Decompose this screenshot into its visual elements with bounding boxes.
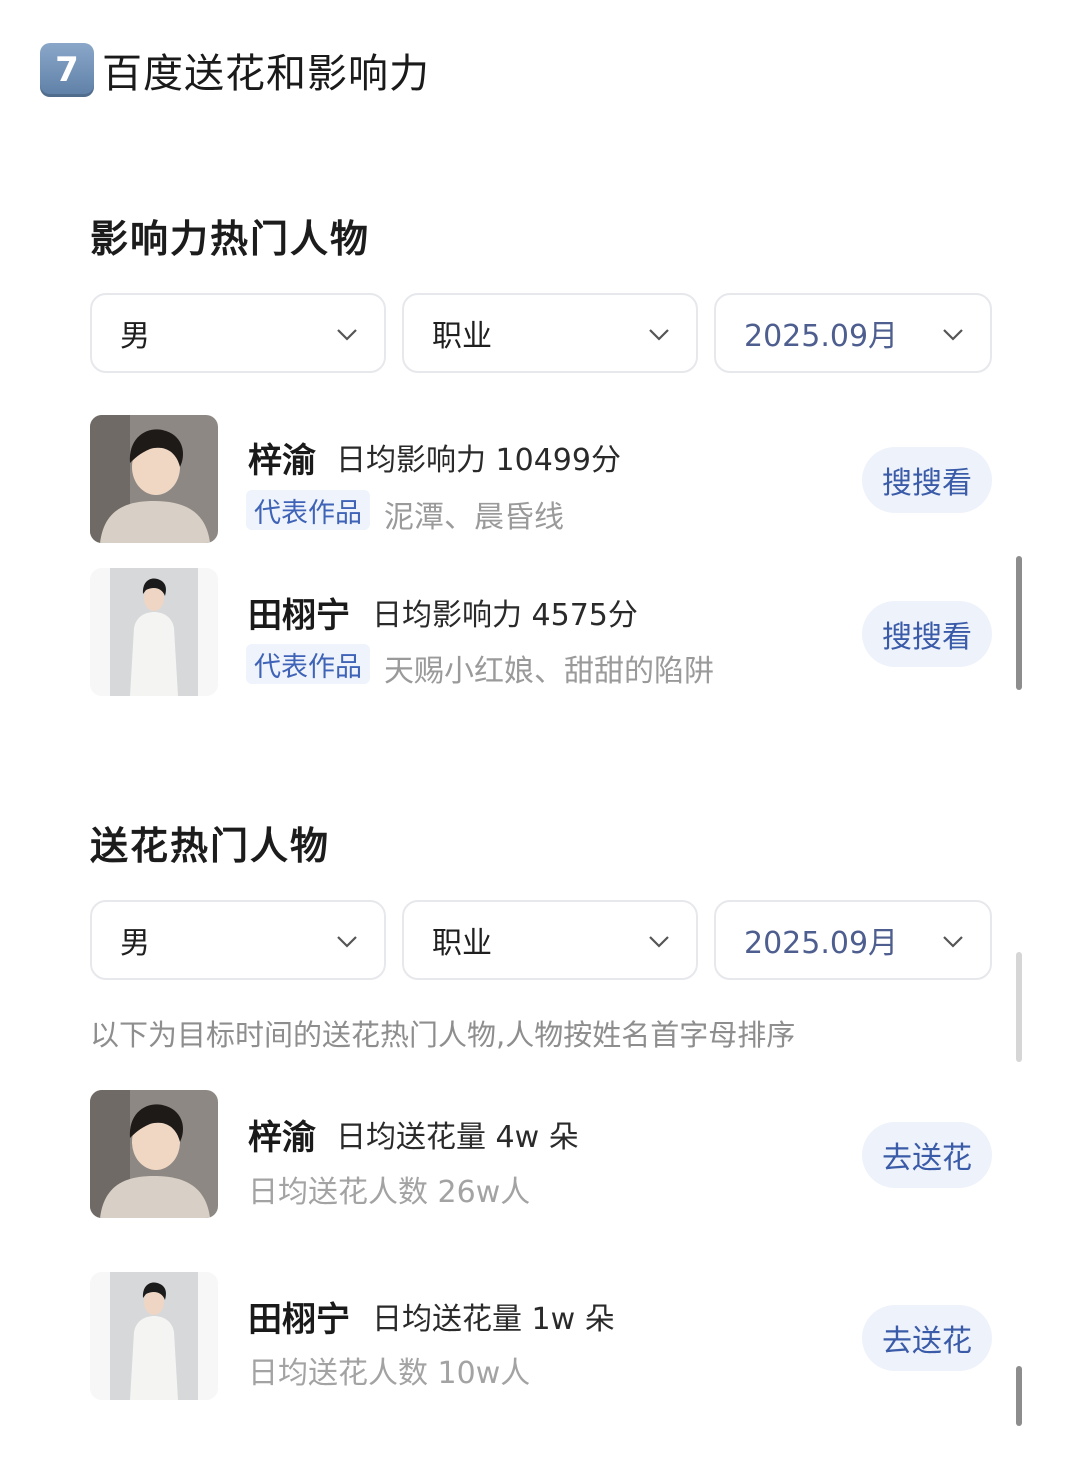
person-name: 田栩宁 — [248, 1300, 350, 1340]
works-list: 泥潭、晨昏线 — [384, 500, 564, 535]
flowers-section-title: 送花热门人物 — [90, 824, 331, 868]
job-dropdown[interactable]: 职业 — [402, 900, 698, 980]
send-flower-button[interactable]: 去送花 — [862, 1122, 992, 1188]
avatar[interactable] — [90, 568, 218, 696]
job-dropdown[interactable]: 职业 — [402, 293, 698, 373]
chevron-down-icon — [649, 936, 669, 948]
flowers-list-item: 梓渝 日均送花量 4w 朵 日均送花人数 26w人 去送花 — [90, 1090, 992, 1220]
gender-dropdown[interactable]: 男 — [90, 293, 386, 373]
chevron-down-icon — [649, 329, 669, 341]
month-value: 2025.09月 — [744, 319, 899, 354]
job-value: 职业 — [432, 926, 492, 961]
gender-value: 男 — [120, 926, 150, 961]
person-name: 梓渝 — [248, 1118, 316, 1158]
number-badge: 7 — [40, 43, 94, 97]
avatar[interactable] — [90, 1272, 218, 1400]
month-dropdown[interactable]: 2025.09月 — [714, 293, 992, 373]
ranking-note: 以下为目标时间的送花热门人物,人物按姓名首字母排序 — [90, 1018, 796, 1052]
influence-list-item: 梓渝 日均影响力 10499分 代表作品 泥潭、晨昏线 搜搜看 — [90, 415, 992, 545]
influence-filter-row: 男 职业 2025.09月 — [90, 293, 992, 373]
avatar[interactable] — [90, 1090, 218, 1218]
gender-dropdown[interactable]: 男 — [90, 900, 386, 980]
influence-list-item: 田栩宁 日均影响力 4575分 代表作品 天赐小红娘、甜甜的陷阱 搜搜看 — [90, 568, 992, 698]
month-dropdown[interactable]: 2025.09月 — [714, 900, 992, 980]
flowers-list-item: 田栩宁 日均送花量 1w 朵 日均送花人数 10w人 去送花 — [90, 1272, 992, 1402]
chevron-down-icon — [337, 936, 357, 948]
scrollbar[interactable] — [1016, 556, 1022, 690]
send-flower-button[interactable]: 去送花 — [862, 1305, 992, 1371]
influence-score: 日均影响力 10499分 — [336, 443, 621, 478]
chevron-down-icon — [943, 329, 963, 341]
works-tag: 代表作品 — [246, 644, 370, 684]
search-button[interactable]: 搜搜看 — [862, 601, 992, 667]
flower-count: 日均送花量 4w 朵 — [336, 1120, 579, 1155]
avatar[interactable] — [90, 415, 218, 543]
flowers-filter-row: 男 职业 2025.09月 — [90, 900, 992, 980]
flower-givers-count: 日均送花人数 26w人 — [248, 1175, 531, 1210]
chevron-down-icon — [943, 936, 963, 948]
works-list: 天赐小红娘、甜甜的陷阱 — [384, 654, 714, 689]
gender-value: 男 — [120, 319, 150, 354]
flower-count: 日均送花量 1w 朵 — [372, 1302, 615, 1337]
scrollbar[interactable] — [1016, 1366, 1022, 1426]
scrollbar[interactable] — [1016, 952, 1022, 1062]
search-button[interactable]: 搜搜看 — [862, 447, 992, 513]
job-value: 职业 — [432, 319, 492, 354]
influence-section-title: 影响力热门人物 — [90, 217, 371, 261]
works-tag: 代表作品 — [246, 490, 370, 530]
person-name: 田栩宁 — [248, 596, 350, 636]
person-name: 梓渝 — [248, 441, 316, 481]
page-header: 7 百度送花和影响力 — [40, 40, 430, 100]
month-value: 2025.09月 — [744, 926, 899, 961]
flower-givers-count: 日均送花人数 10w人 — [248, 1356, 531, 1391]
page-title: 百度送花和影响力 — [102, 51, 430, 97]
chevron-down-icon — [337, 329, 357, 341]
influence-score: 日均影响力 4575分 — [372, 598, 638, 633]
